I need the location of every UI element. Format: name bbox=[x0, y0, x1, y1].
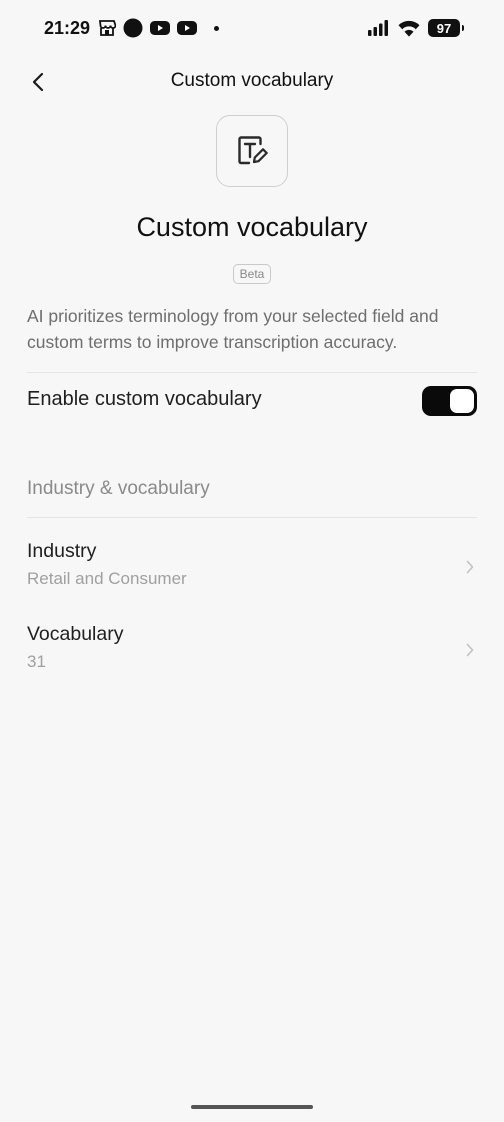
dot-icon bbox=[214, 25, 219, 31]
status-time: 21:29 bbox=[44, 18, 91, 38]
text-edit-icon bbox=[238, 136, 268, 165]
toggle-label: Enable custom vocabulary bbox=[27, 388, 262, 410]
youtube-icon bbox=[150, 21, 170, 35]
hero-title: Custom vocabulary bbox=[136, 212, 368, 242]
section-header: Industry & vocabulary bbox=[27, 478, 210, 499]
beta-badge: Beta bbox=[233, 264, 271, 284]
setting-value: Retail and Consumer bbox=[27, 569, 187, 588]
feature-description: AI prioritizes terminology from your sel… bbox=[27, 306, 439, 352]
youtube-icon bbox=[177, 21, 197, 35]
notification-icons bbox=[98, 18, 219, 38]
setting-title: Industry bbox=[27, 540, 97, 562]
toggle-knob bbox=[450, 389, 474, 413]
store-icon bbox=[98, 20, 116, 36]
feature-icon-box bbox=[216, 115, 288, 187]
divider bbox=[27, 372, 477, 373]
setting-title: Vocabulary bbox=[27, 623, 124, 645]
wifi-icon bbox=[398, 20, 420, 36]
home-indicator[interactable] bbox=[191, 1105, 313, 1109]
circle-icon bbox=[123, 18, 143, 38]
signal-icon bbox=[368, 20, 388, 36]
divider bbox=[27, 517, 477, 518]
battery-icon: 97 bbox=[428, 19, 464, 37]
battery-level: 97 bbox=[436, 20, 452, 36]
system-icons: 97 bbox=[368, 17, 464, 39]
vocabulary-row[interactable]: Vocabulary 31 bbox=[0, 623, 504, 699]
chevron-right-icon bbox=[466, 560, 474, 574]
chevron-right-icon bbox=[466, 643, 474, 657]
enable-vocabulary-toggle[interactable] bbox=[422, 386, 477, 416]
industry-row[interactable]: Industry Retail and Consumer bbox=[0, 540, 504, 616]
setting-value: 31 bbox=[27, 652, 46, 671]
status-bar: 21:29 97 bbox=[0, 0, 504, 56]
screen: 21:29 97 Custom vocabulary Custom vocabu… bbox=[0, 0, 504, 1122]
page-title: Custom vocabulary bbox=[170, 70, 334, 91]
